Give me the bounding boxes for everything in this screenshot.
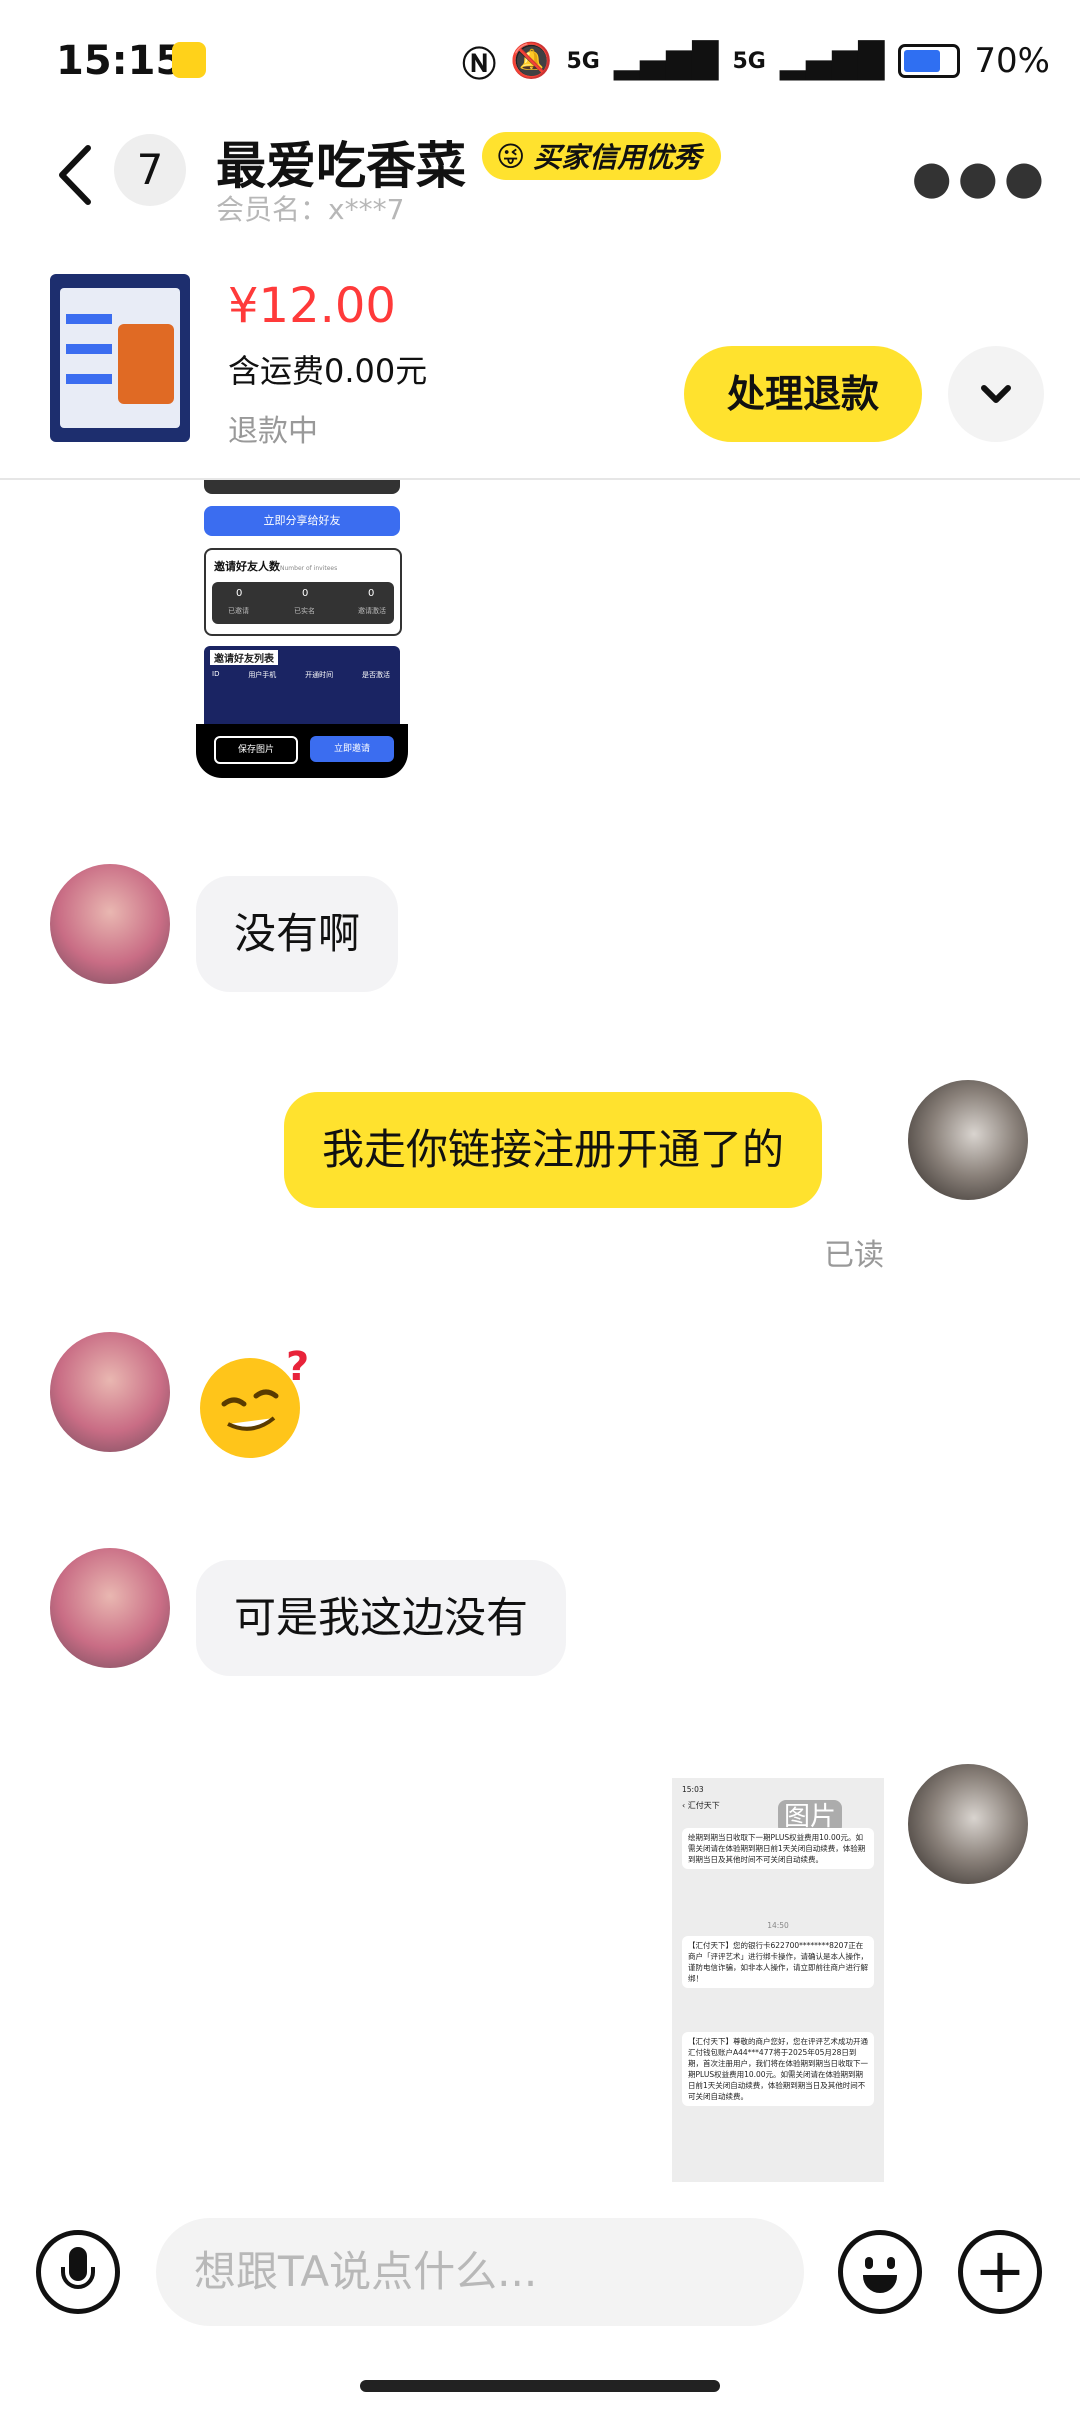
- network-5g-2: 5G: [732, 48, 766, 74]
- invite-count-card: 邀请好友人数Number of invitees 0 0 0 已邀请 已实名 邀…: [204, 548, 402, 636]
- battery-icon: [898, 44, 961, 78]
- microphone-icon[interactable]: [36, 2230, 120, 2314]
- product-thumbnail[interactable]: [50, 274, 190, 442]
- add-attachment-icon[interactable]: +: [958, 2230, 1042, 2314]
- my-avatar[interactable]: [908, 1764, 1028, 1884]
- mute-icon: 🔕: [510, 41, 553, 81]
- network-5g-1: 5G: [566, 48, 600, 74]
- sms-screenshot-app: ‹ 汇付天下: [682, 1801, 720, 1810]
- credit-badge: 😜 买家信用优秀: [482, 132, 722, 180]
- invite-now-button: 立即邀请: [310, 736, 394, 762]
- chevron-down-icon[interactable]: [948, 346, 1044, 442]
- status-bar: 15:15 Ⓝ 🔕 5G ▂▄▆█ 5G ▂▄▆█ 70%: [0, 0, 1080, 120]
- shared-image-sms-screenshot[interactable]: 15:03 ‹ 汇付天下 图片 绘期到期当日收取下一期PLUS权益费用10.00…: [672, 1778, 884, 2182]
- sms-paragraph-2: 【汇付天下】您的银行卡622700********8207正在商户「评评艺术」进…: [682, 1936, 874, 1988]
- sms-screenshot-time: 15:03: [682, 1785, 704, 1794]
- emoji-icon[interactable]: [838, 2230, 922, 2314]
- save-image-button: 保存图片: [214, 736, 298, 764]
- home-indicator: [360, 2380, 720, 2392]
- sms-paragraph-3: 【汇付天下】尊敬的商户您好，您在评评艺术成功开通汇付钱包账户A44***477将…: [682, 2032, 874, 2106]
- invite-count-title: 邀请好友人数Number of invitees: [214, 560, 338, 573]
- confused-emoji-sticker[interactable]: ?: [196, 1344, 316, 1460]
- my-avatar[interactable]: [908, 1080, 1028, 1200]
- share-now-button: 立即分享给好友: [204, 506, 400, 536]
- header-divider: [0, 478, 1080, 480]
- unread-count-badge[interactable]: 7: [114, 134, 186, 206]
- partner-avatar[interactable]: [50, 864, 170, 984]
- more-options-icon[interactable]: ●●●: [912, 150, 1050, 204]
- status-icons: Ⓝ 🔕 5G ▂▄▆█ 5G ▂▄▆█ 70%: [462, 36, 1050, 86]
- credit-badge-label: 买家信用优秀: [533, 141, 702, 174]
- refund-status: 退款中: [228, 414, 318, 449]
- app-notification-icon: [172, 42, 206, 78]
- nfc-icon: Ⓝ: [462, 44, 497, 85]
- back-arrow-icon[interactable]: [50, 140, 100, 210]
- process-refund-button[interactable]: 处理退款: [684, 346, 922, 442]
- credit-face-icon: 😜: [496, 139, 526, 173]
- message-bubble-incoming[interactable]: 可是我这边没有: [196, 1560, 567, 1676]
- sms-paragraph-1: 绘期到期当日收取下一期PLUS权益费用10.00元。如需关闭请在体验期到期日前1…: [682, 1828, 874, 1869]
- signal-icon-2: ▂▄▆█: [779, 41, 885, 81]
- product-price: ¥12.00: [228, 278, 396, 334]
- member-name: 会员名：x***7: [216, 193, 405, 226]
- shipping-info: 含运费0.00元: [228, 352, 428, 390]
- invite-count-row: 0 0 0 已邀请 已实名 邀请激活: [212, 582, 394, 624]
- read-receipt: 已读: [824, 1238, 884, 1273]
- svg-text:?: ?: [286, 1344, 309, 1390]
- message-bubble-outgoing[interactable]: 我走你链接注册开通了的: [284, 1092, 823, 1208]
- message-input[interactable]: 想跟TA说点什么...: [156, 2218, 804, 2326]
- sms-timestamp: 14:50: [767, 1921, 789, 1930]
- signal-icon-1: ▂▄▆█: [613, 41, 719, 81]
- partner-avatar[interactable]: [50, 1548, 170, 1668]
- battery-percent: 70%: [974, 41, 1050, 81]
- message-bubble-incoming[interactable]: 没有啊: [196, 876, 399, 992]
- partner-avatar[interactable]: [50, 1332, 170, 1452]
- status-time: 15:15: [56, 38, 184, 84]
- shared-image-invite[interactable]: 立即分享给好友 邀请好友人数Number of invitees 0 0 0 已…: [196, 480, 408, 780]
